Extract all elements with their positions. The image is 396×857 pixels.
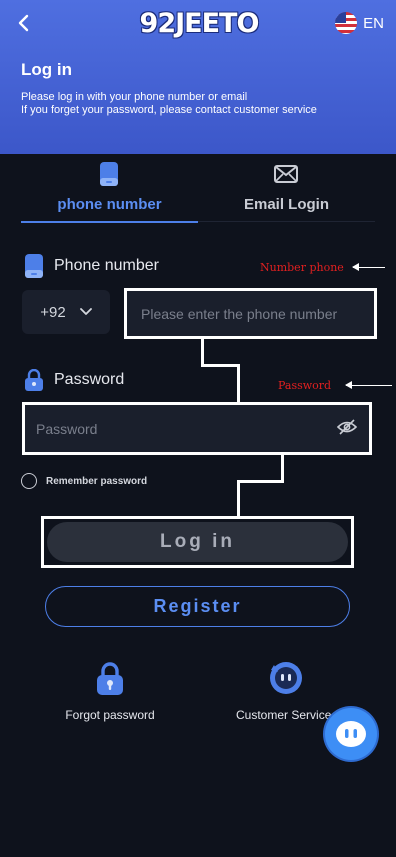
login-button[interactable]: Log in [47, 522, 348, 562]
connector-line [281, 455, 284, 483]
tab-phone-label: phone number [57, 196, 162, 213]
us-flag-icon [335, 12, 358, 34]
active-tab-indicator [21, 221, 198, 223]
chevron-down-icon [79, 308, 92, 315]
tab-email-login[interactable]: Email Login [198, 160, 375, 222]
phone-number-label-text: Phone number [54, 257, 159, 274]
brand-logo: 92JEETO [138, 6, 260, 40]
forgot-password-link[interactable]: Forgot password [40, 660, 180, 726]
phone-input[interactable] [127, 291, 374, 336]
connector-line [201, 364, 240, 367]
connector-line [237, 364, 240, 402]
register-button[interactable]: Register [45, 586, 350, 627]
customer-service-icon [270, 662, 302, 694]
tab-phone-number[interactable]: phone number [21, 160, 198, 223]
phone-number-label: Phone number [24, 254, 159, 278]
page-description: Please log in with your phone number or … [21, 91, 317, 117]
connector-line [237, 480, 240, 516]
logo-text: 92JEETO [139, 7, 260, 39]
login-tabs: phone number Email Login [21, 160, 375, 223]
description-line-1: Please log in with your phone number or … [21, 91, 248, 103]
arrow-left-icon [352, 263, 385, 271]
radio-circle-icon [21, 473, 37, 489]
connector-line [237, 480, 284, 483]
language-label: EN [363, 14, 384, 32]
connector-line [201, 339, 204, 367]
password-input-box [22, 402, 372, 455]
phone-icon [25, 254, 43, 278]
arrow-left-icon [345, 381, 392, 389]
phone-input-box [124, 288, 377, 339]
description-line-2: If you forget your password, please cont… [21, 104, 317, 116]
floating-chat-button[interactable] [325, 708, 377, 760]
country-code-value: +92 [40, 303, 66, 321]
phone-icon [100, 162, 118, 186]
forgot-password-label: Forgot password [65, 708, 155, 722]
tab-email-label: Email Login [243, 196, 329, 213]
password-input[interactable] [25, 405, 369, 452]
page-title: Log in [21, 60, 72, 79]
lock-icon [25, 369, 43, 391]
remember-password-checkbox[interactable]: Remember password [21, 473, 147, 489]
chevron-left-icon [18, 14, 29, 32]
login-button-highlight: Log in [41, 516, 354, 568]
remember-password-label: Remember password [46, 475, 148, 487]
back-button[interactable] [12, 10, 34, 36]
email-icon [274, 165, 298, 183]
header: 92JEETO EN Log in Please log in with you… [0, 0, 396, 154]
lock-icon [97, 662, 123, 695]
password-label: Password [24, 369, 124, 391]
language-selector[interactable]: EN [335, 11, 384, 35]
eye-off-icon[interactable] [337, 419, 357, 435]
chat-bot-icon [336, 721, 366, 747]
password-annotation: Password [278, 379, 332, 392]
phone-annotation: Number phone [260, 261, 344, 274]
password-label-text: Password [54, 371, 125, 388]
country-code-select[interactable]: +92 [22, 290, 110, 334]
